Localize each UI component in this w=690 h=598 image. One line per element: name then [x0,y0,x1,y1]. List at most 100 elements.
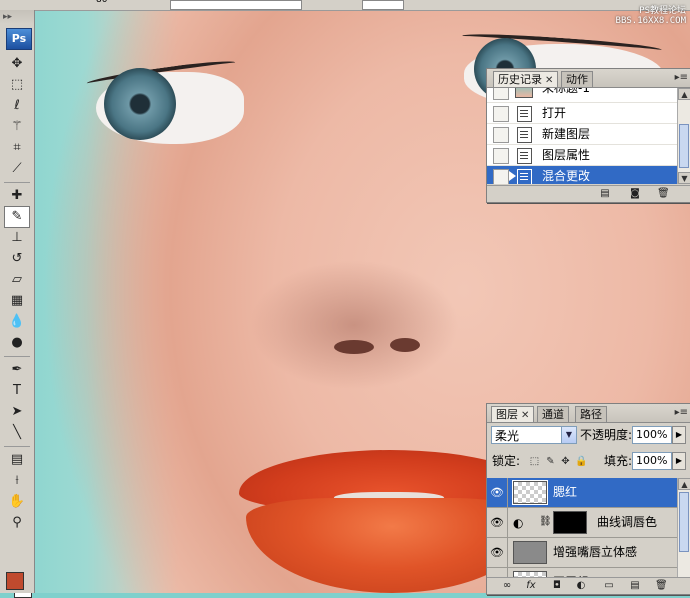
type-icon[interactable]: T [5,381,29,401]
tool-separator [4,182,30,183]
visibility-eye-icon[interactable]: 👁 [487,538,508,567]
history-checkbox[interactable] [493,148,509,164]
history-item-label: 新建图层 [542,127,591,141]
layer-row[interactable]: 👁 腮红 [487,478,677,508]
adjustment-icon: ◐ [513,516,524,530]
visibility-eye-icon[interactable]: 👁 [487,508,508,537]
foreground-color-swatch[interactable] [6,572,24,590]
watermark-line1: PS教程论坛 [639,6,686,16]
eraser-icon[interactable]: ▱ [5,270,29,290]
panel-grip[interactable]: ▸▸ [0,10,34,24]
watermark-line2: BBS.16XX8.COM [615,16,686,26]
dodge-icon[interactable]: ● [5,333,29,353]
fill-field[interactable]: 100% [632,452,672,470]
pen-icon[interactable]: ✒ [5,360,29,380]
gradient-icon[interactable]: ▦ [5,291,29,311]
lock-label: 锁定: [492,454,521,468]
history-checkbox[interactable] [493,169,509,184]
lasso-icon[interactable]: ℓ [5,96,29,116]
history-step-icon [517,169,532,184]
nose-shadow [249,260,459,390]
line-icon[interactable]: ╲ [5,423,29,443]
link-layers-icon[interactable]: ∞ [501,580,513,591]
camera-icon[interactable]: ◙ [629,188,641,199]
history-step-icon [517,106,532,122]
history-scrollbar[interactable]: ▲ ▼ [677,88,690,184]
layers-scrollbar[interactable]: ▲ [677,478,690,578]
layer-style-icon[interactable]: fx [525,580,537,591]
tab-actions[interactable]: 动作 [561,71,593,87]
crop-icon[interactable]: ⌗ [5,138,29,158]
eyedropper-icon[interactable]: ⟊ [5,471,29,491]
options-bar: 80 [0,0,690,11]
history-item[interactable]: 混合更改 [487,166,677,184]
opacity-field[interactable]: 100% [632,426,672,444]
panel-menu-icon[interactable]: ▸≡ [675,407,688,418]
option-field[interactable] [362,0,404,10]
chevron-down-icon[interactable]: ▼ [561,427,576,443]
new-document-from-state-icon[interactable]: ▤ [599,188,611,199]
watermark: PS教程论坛 BBS.16XX8.COM [616,6,686,26]
lock-position-icon[interactable]: ✥ [560,456,571,467]
tab-layers[interactable]: 图层 ✕ [491,406,535,422]
history-item[interactable]: 新建图层 [487,124,677,145]
history-item[interactable]: 打开 [487,103,677,124]
lock-pixels-icon[interactable]: ✎ [545,456,556,467]
layer-mask-icon[interactable]: ◘ [551,580,563,591]
marquee-icon[interactable]: ⬚ [5,75,29,95]
blur-icon[interactable]: 💧 [5,312,29,332]
history-checkbox[interactable] [493,106,509,122]
history-tabbar: 历史记录 ✕ 动作 ▸≡ [487,69,690,88]
layer-row[interactable]: 👁 增强嘴唇立体感 [487,538,677,568]
layer-name: 曲线调唇色 [597,515,658,529]
new-group-icon[interactable]: ▭ [603,580,615,591]
lock-row: 锁定: ⬚ ✎ ✥ 🔒 填充: 100% ▶ [487,452,690,476]
history-snapshot[interactable]: 未标题-1 [487,88,677,103]
lock-all-icon[interactable]: 🔒 [575,456,587,467]
opacity-slider-button[interactable]: ▶ [672,426,686,444]
history-list: 未标题-1 打开新建图层图层属性混合更改 [487,88,677,184]
scroll-up-icon[interactable]: ▲ [678,478,690,490]
ps-logo[interactable]: Ps [6,28,32,50]
new-layer-icon[interactable]: ▤ [629,580,641,591]
snapshot-checkbox[interactable] [493,88,509,100]
history-brush-icon[interactable]: ↺ [5,249,29,269]
scroll-up-icon[interactable]: ▲ [678,88,690,100]
fill-slider-button[interactable]: ▶ [672,452,686,470]
magic-wand-icon[interactable]: ⚚ [5,117,29,137]
move-icon[interactable]: ✥ [5,54,29,74]
lock-transparency-icon[interactable]: ⬚ [529,456,540,467]
tab-channels[interactable]: 通道 [537,406,569,422]
history-item[interactable]: 图层属性 [487,145,677,166]
trash-icon[interactable]: 🗑 [657,188,670,199]
blend-mode-select[interactable]: 柔光 ▼ [491,426,577,444]
trash-icon[interactable]: 🗑 [655,580,668,591]
notes-icon[interactable]: ▤ [5,450,29,470]
adjustment-layer-icon[interactable]: ◐ [575,580,587,591]
slice-icon[interactable]: ⟋ [5,159,29,179]
visibility-eye-icon[interactable]: 👁 [487,478,508,507]
panel-menu-icon[interactable]: ▸≡ [675,72,688,83]
chain-link-icon[interactable]: ⛓ [539,516,552,527]
close-icon[interactable]: ✕ [545,75,553,86]
hand-icon[interactable]: ✋ [5,492,29,512]
close-icon[interactable]: ✕ [521,410,529,421]
history-checkbox[interactable] [493,127,509,143]
scroll-thumb[interactable] [679,492,689,552]
nostril [390,338,420,352]
scroll-down-icon[interactable]: ▼ [678,172,690,184]
layer-row[interactable]: 👁 ◐ ⛓ 曲线调唇色 [487,508,677,538]
path-selection-icon[interactable]: ➤ [5,402,29,422]
tab-paths[interactable]: 路径 [575,406,607,422]
history-item-label: 混合更改 [542,169,591,183]
option-field[interactable] [170,0,302,10]
tab-history[interactable]: 历史记录 ✕ [493,71,559,87]
scroll-thumb[interactable] [679,124,689,168]
zoom-icon[interactable]: ⚲ [5,513,29,533]
option-value: 80 [96,0,108,5]
clone-stamp-icon[interactable]: ⊥ [5,228,29,248]
tool-separator [4,446,30,447]
healing-brush-icon[interactable]: ✚ [5,186,29,206]
brush-icon[interactable]: ✎ [4,206,30,228]
layers-panel: 图层 ✕ 通道 路径 ▸≡ 柔光 ▼ 不透明度: 100% ▶ 锁定: ⬚ ✎ ✥ … [486,403,690,595]
